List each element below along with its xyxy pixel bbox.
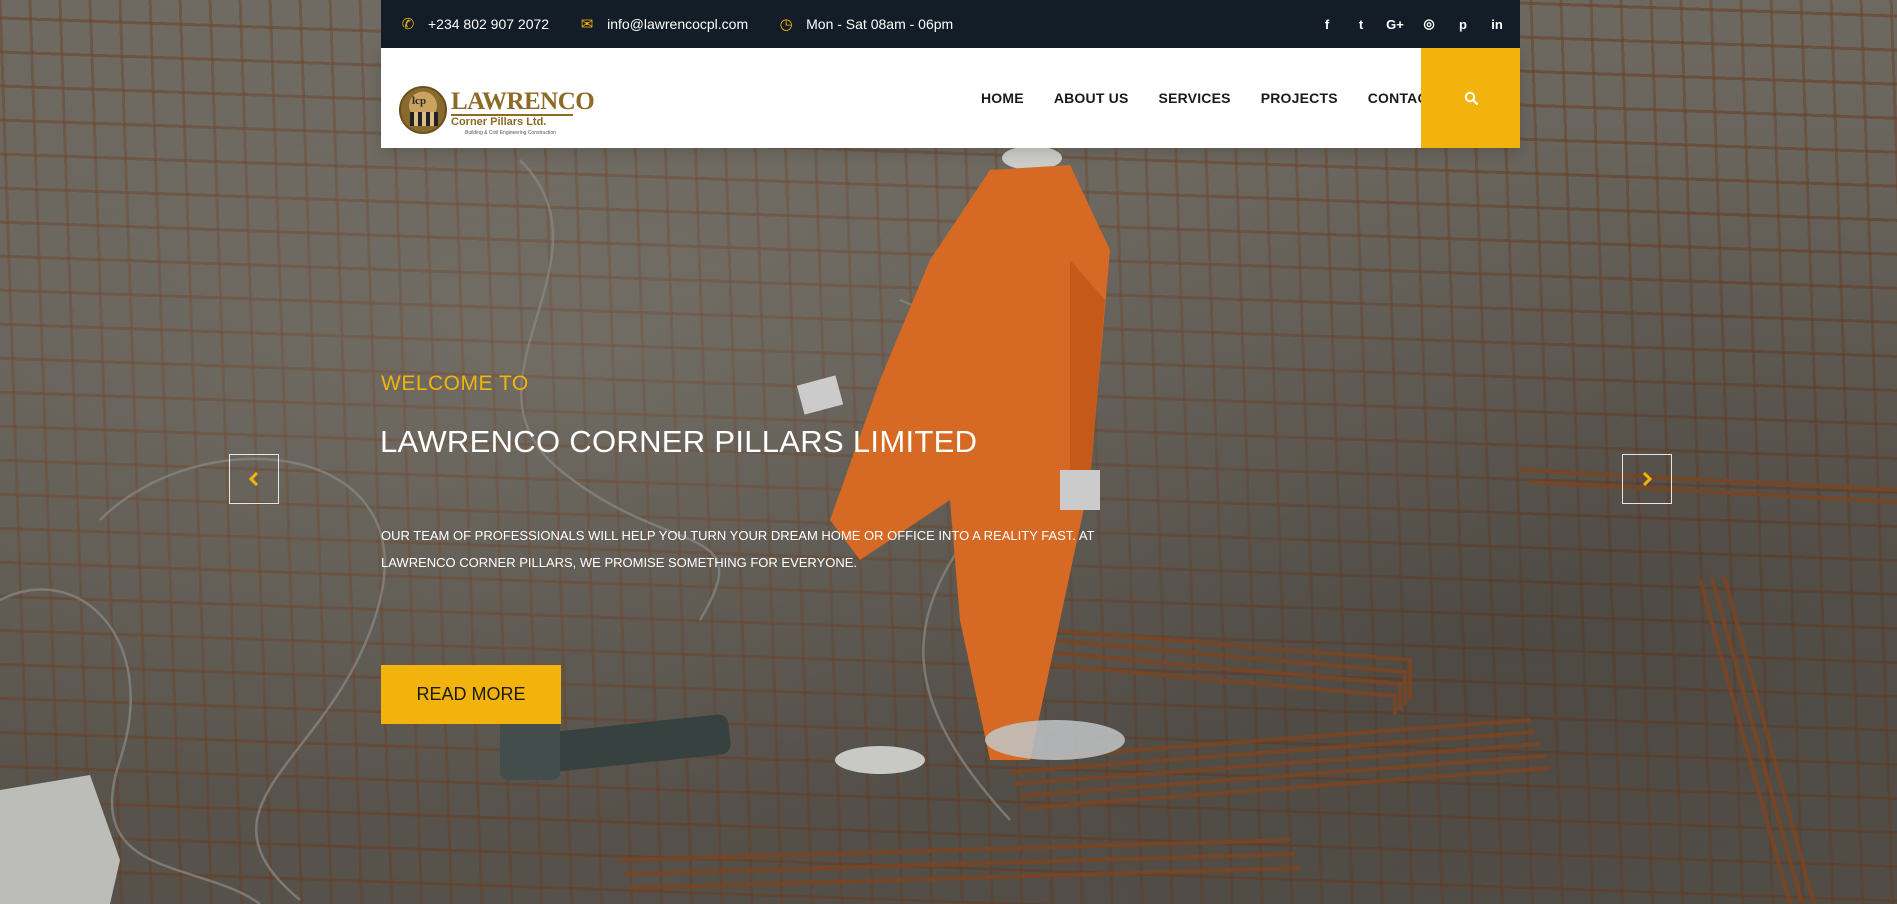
envelope-icon: ✉: [580, 16, 594, 33]
search-button[interactable]: [1421, 48, 1520, 148]
email-address[interactable]: info@lawrencocpl.com: [607, 16, 748, 32]
chevron-left-icon: [248, 472, 259, 486]
google-plus-icon[interactable]: G+: [1378, 17, 1412, 32]
site-header: lcp LAWRENCO Corner Pillars Ltd. Buildin…: [381, 48, 1520, 148]
social-links: f t G+ ◎ p in: [1310, 0, 1520, 48]
phone-icon: ✆: [401, 16, 415, 33]
facebook-icon[interactable]: f: [1310, 17, 1344, 32]
search-icon: [1464, 91, 1478, 105]
logo-emblem-text: lcp: [412, 95, 427, 107]
phone-number[interactable]: +234 802 907 2072: [428, 16, 549, 32]
clock-icon: ◷: [779, 16, 793, 33]
slider-prev-button[interactable]: [229, 454, 279, 504]
slide-headline: LAWRENCO CORNER PILLARS LIMITED: [380, 424, 978, 459]
logo-subtitle: Corner Pillars Ltd.: [451, 116, 547, 128]
slider-next-button[interactable]: [1622, 454, 1672, 504]
chevron-right-icon: [1642, 472, 1653, 486]
pinterest-icon[interactable]: p: [1446, 17, 1480, 32]
slide-welcome-text: WELCOME TO: [381, 372, 529, 395]
nav-home[interactable]: HOME: [981, 90, 1024, 106]
contact-info: ✆ +234 802 907 2072 ✉ info@lawrencocpl.c…: [400, 15, 983, 33]
logo-checker-pattern: [410, 112, 438, 126]
main-nav: HOME ABOUT US SERVICES PROJECTS CONTACT: [981, 48, 1467, 148]
phone-info[interactable]: ✆ +234 802 907 2072: [400, 15, 549, 33]
logo-name: LAWRENCO: [451, 88, 595, 115]
linkedin-icon[interactable]: in: [1480, 17, 1514, 32]
top-info-bar: ✆ +234 802 907 2072 ✉ info@lawrencocpl.c…: [381, 0, 1520, 48]
email-info[interactable]: ✉ info@lawrencocpl.com: [579, 15, 748, 33]
business-hours: Mon - Sat 08am - 06pm: [806, 16, 954, 32]
read-more-button[interactable]: READ MORE: [381, 665, 561, 724]
nav-projects[interactable]: PROJECTS: [1261, 90, 1338, 106]
hours-info: ◷ Mon - Sat 08am - 06pm: [778, 15, 954, 33]
company-logo[interactable]: lcp LAWRENCO Corner Pillars Ltd. Buildin…: [399, 86, 595, 138]
slide-description: OUR TEAM OF PROFESSIONALS WILL HELP YOU …: [381, 528, 1095, 570]
nav-services[interactable]: SERVICES: [1159, 90, 1231, 106]
logo-tagline: Building & Civil Engineering Constructio…: [465, 130, 556, 136]
instagram-icon[interactable]: ◎: [1412, 16, 1446, 32]
nav-about-us[interactable]: ABOUT US: [1054, 90, 1129, 106]
logo-emblem: lcp: [399, 86, 447, 134]
twitter-icon[interactable]: t: [1344, 17, 1378, 32]
